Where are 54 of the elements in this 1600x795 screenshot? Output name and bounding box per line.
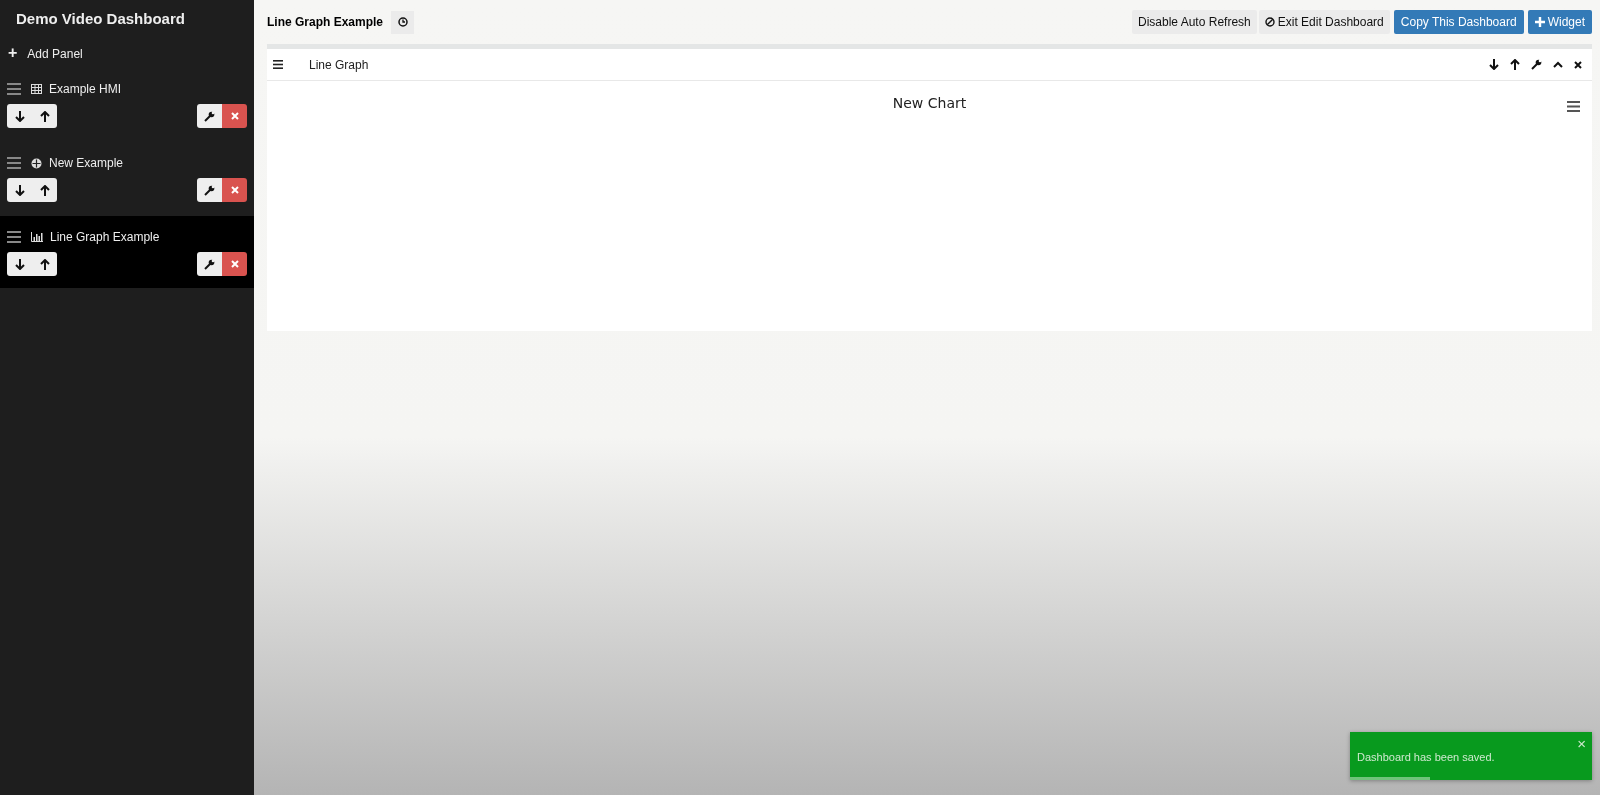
move-up-button[interactable] [32,252,57,276]
edit-button[interactable] [197,252,222,276]
widget-title: Line Graph [309,57,369,72]
arrow-up-icon [39,110,50,122]
edit-button[interactable] [197,104,222,128]
panel-name: Example HMI [49,82,122,96]
close-icon [230,186,239,194]
move-down-button[interactable] [7,104,32,128]
menu-icon[interactable] [273,60,283,69]
dashboard-title: Demo Video Dashboard [15,9,186,29]
arrow-down-icon [14,258,25,270]
move-down-button[interactable] [7,252,32,276]
arrow-up-icon [39,258,50,270]
wrench-icon [204,110,215,122]
panel-item[interactable]: Line Graph Example [0,216,254,288]
move-down-button[interactable] [7,178,32,202]
toast-message: Dashboard has been saved. [1357,751,1495,763]
arrow-up-icon[interactable] [1510,59,1520,70]
panel-name: Line Graph Example [50,230,160,244]
crosshair-icon [31,157,42,169]
exit-edit-button[interactable]: Exit Edit Dashboard [1258,10,1390,34]
dashboard-name: Line Graph Example [267,15,384,29]
wrench-icon [204,184,215,196]
add-panel-button[interactable]: + Add Panel [0,36,91,66]
move-up-button[interactable] [32,104,57,128]
clock-icon [397,17,408,27]
drag-handle-icon[interactable] [7,157,21,169]
wrench-icon[interactable] [1531,59,1542,70]
arrow-down-icon [14,184,25,196]
move-up-button[interactable] [32,178,57,202]
copy-dashboard-button[interactable]: Copy This Dashboard [1393,10,1524,34]
panel-item[interactable]: Example HMI [0,68,254,140]
drag-handle-icon[interactable] [7,83,21,95]
refresh-timer-button[interactable] [391,10,415,34]
edit-button[interactable] [197,178,222,202]
drag-handle-icon[interactable] [7,231,21,243]
arrow-down-icon[interactable] [1489,59,1499,70]
add-widget-button[interactable]: Widget [1527,10,1592,34]
panel-item[interactable]: New Example [0,142,254,214]
panel-name: New Example [49,156,124,170]
collapse-icon[interactable] [1553,61,1563,68]
close-icon [230,260,239,268]
close-icon [230,112,239,120]
arrow-up-icon [39,184,50,196]
auto-refresh-button[interactable]: Disable Auto Refresh [1132,10,1257,34]
arrow-down-icon [14,110,25,122]
ban-icon [1264,17,1275,27]
wrench-icon [204,258,215,270]
plus-icon [1534,17,1545,27]
chart-title: New Chart [892,95,967,111]
table-icon [31,84,42,94]
close-icon[interactable] [1574,60,1582,69]
menu-icon[interactable] [1567,101,1580,112]
bar-chart-icon [31,232,43,242]
